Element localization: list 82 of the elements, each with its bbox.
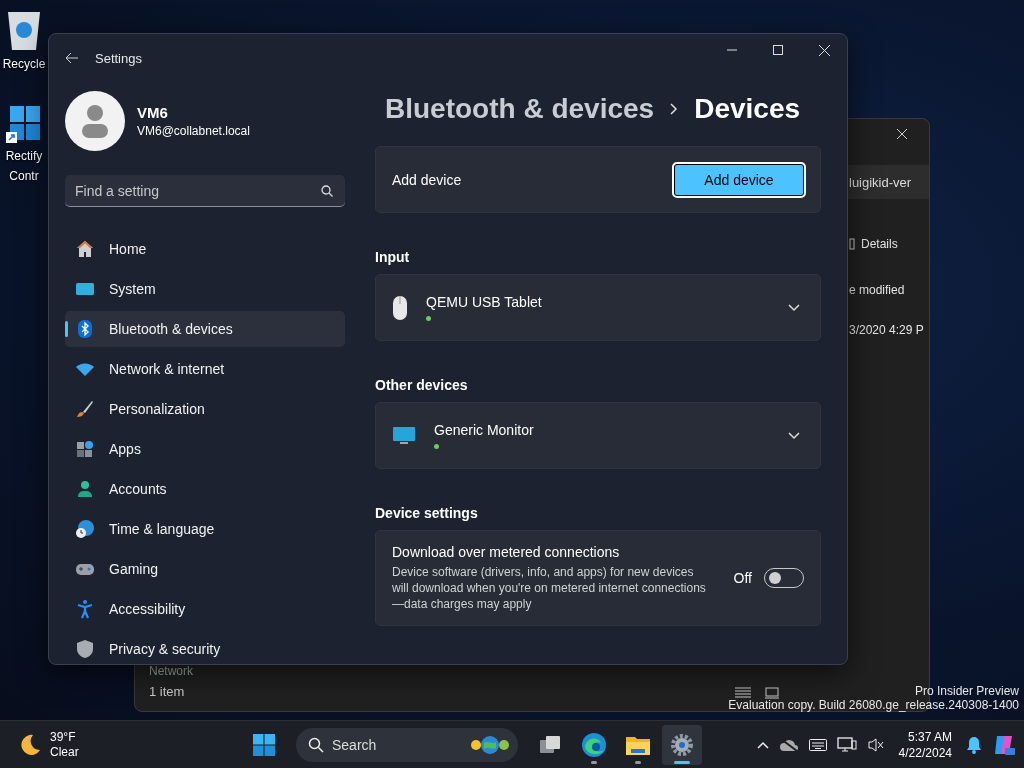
window-title: Settings (95, 50, 142, 66)
nav-item[interactable]: Accessibility (65, 591, 345, 627)
setting-title: Download over metered connections (392, 544, 621, 560)
chevron-up-icon (756, 740, 769, 749)
clock-time: 5:37 AM (907, 728, 952, 745)
windows-logo-icon (6, 104, 42, 144)
column-heading[interactable]: e modified (849, 283, 905, 297)
section-heading: Input (375, 249, 411, 265)
chevron-right-icon (670, 103, 679, 115)
apps-icon (75, 439, 95, 459)
icon-label: Contr (9, 168, 39, 184)
breadcrumb-item[interactable]: Bluetooth & devices (385, 93, 655, 125)
account-name: VM6 (137, 104, 169, 121)
address-bar[interactable]: luigikid-ver (847, 165, 929, 199)
close-icon (818, 44, 830, 56)
tile-view-icon (765, 687, 779, 699)
watermark-text: Pro Insider Preview (914, 684, 1019, 698)
close-icon (896, 128, 908, 140)
keyboard-icon (808, 738, 827, 751)
taskbar-button[interactable] (662, 724, 702, 765)
toggle-state-label: Off (733, 570, 752, 586)
breadcrumb-item: Devices (694, 93, 801, 125)
weather-condition: Clear (50, 744, 79, 760)
nav-item[interactable]: Privacy & security (65, 631, 345, 664)
brush-icon (75, 399, 95, 419)
section-heading: Other devices (375, 377, 469, 393)
nav-item[interactable]: System (65, 271, 345, 307)
device-card[interactable]: Generic Monitor (375, 402, 821, 469)
weather-temperature: 39°F (50, 729, 77, 745)
edge-icon (581, 731, 607, 758)
nav-item[interactable]: Gaming (65, 551, 345, 587)
chevron-down-icon (788, 431, 800, 440)
nav-item[interactable]: Bluetooth & devices (65, 311, 345, 347)
person-icon (75, 479, 95, 499)
nav-item[interactable]: Personalization (65, 391, 345, 427)
table-cell: 3/2020 4:29 P (849, 323, 924, 337)
account-email: VM6@collabnet.local (137, 124, 250, 138)
person-icon (79, 104, 111, 138)
moon-icon (18, 732, 42, 757)
section-heading: Device settings (375, 505, 479, 521)
house-icon (75, 239, 95, 259)
volume-muted-icon (866, 736, 885, 753)
details-button[interactable]: Details (861, 237, 898, 251)
nav-item[interactable]: Home (65, 231, 345, 267)
back-arrow-icon (65, 52, 79, 64)
details-icon (849, 238, 855, 250)
nav-item[interactable]: Network (149, 664, 193, 678)
clock-date: 4/22/2024 (898, 744, 952, 761)
mouse-icon (392, 294, 408, 321)
nav-item[interactable]: Accounts (65, 471, 345, 507)
device-card[interactable]: QEMU USB Tablet (375, 274, 821, 341)
add-device-button[interactable]: Add device (672, 161, 806, 198)
shield-icon (75, 639, 95, 659)
setting-description: Device software (drivers, info, and apps) for new devices will download when you're on metered internet connections—data charges may apply (392, 564, 707, 612)
nav-item[interactable]: Network & internet (65, 351, 345, 387)
search-field[interactable]: Find a setting (65, 175, 345, 207)
list-view-icon (735, 687, 751, 699)
setting-label: Add device (392, 171, 462, 188)
watermark-text: Evaluation copy. Build 26080.ge_release.240308-1400 (728, 698, 1019, 712)
accessibility-icon (75, 599, 95, 619)
gear-icon (670, 732, 694, 757)
status-text: 1 item (149, 684, 186, 699)
bluetooth-icon (75, 319, 95, 339)
taskbar-search[interactable]: Search (296, 727, 518, 762)
maximize-icon (773, 45, 783, 55)
network-icon (836, 736, 857, 753)
search-icon (321, 185, 333, 197)
globe-icon (468, 733, 512, 756)
cloud-off-icon (778, 737, 799, 752)
device-name: QEMU USB Tablet (426, 294, 542, 310)
bell-icon (966, 735, 982, 754)
search-icon (308, 736, 324, 753)
icon-label: Recycle (2, 56, 46, 72)
windows-logo-icon (252, 732, 276, 757)
monitor-icon (392, 425, 416, 446)
nav-item[interactable]: Time & language (65, 511, 345, 547)
nav-item[interactable]: Apps (65, 431, 345, 467)
icon-label: Rectify (5, 148, 43, 164)
globe-clock-icon (75, 519, 95, 539)
minimize-icon (727, 49, 737, 51)
chevron-down-icon (788, 303, 800, 312)
device-name: Generic Monitor (434, 422, 534, 438)
